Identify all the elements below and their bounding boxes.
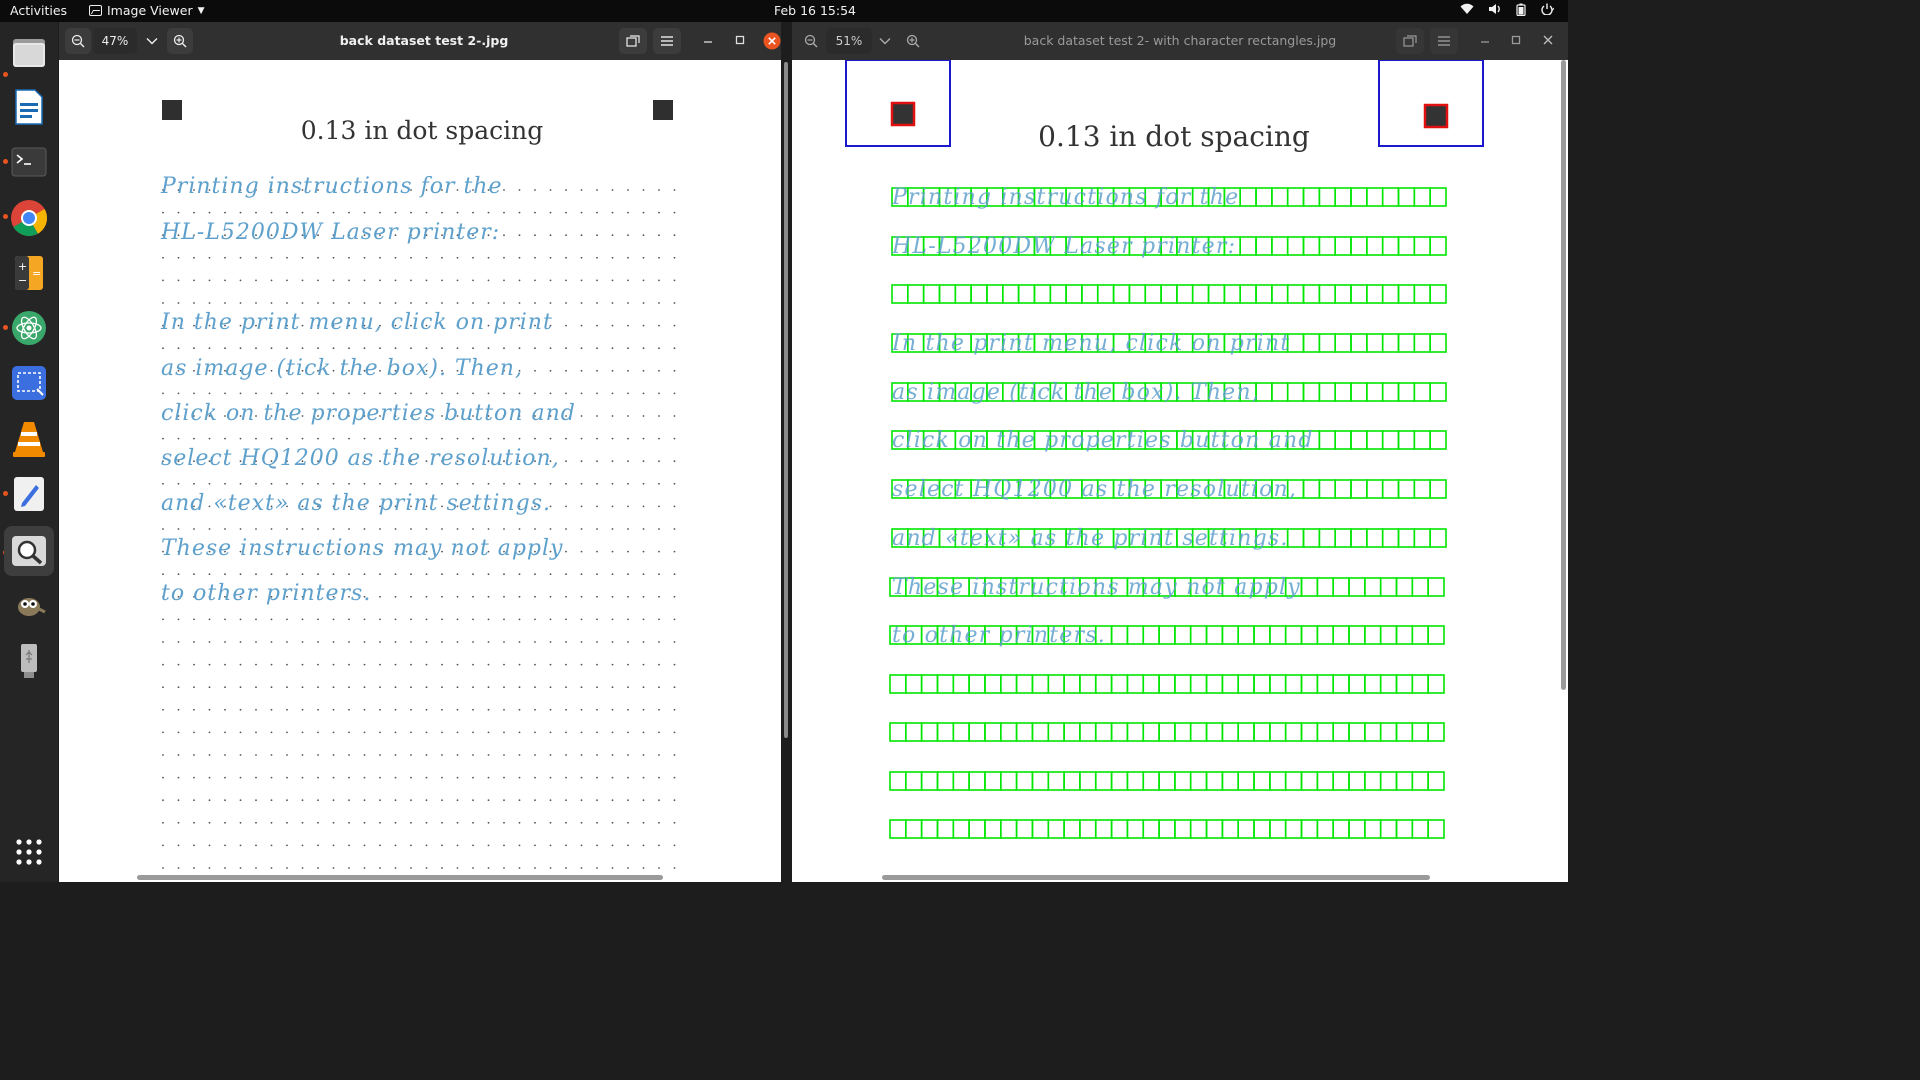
handwritten-line: and «text» as the print settings. (161, 491, 552, 516)
svg-text:click on the properties button: click on the properties button and (892, 428, 1314, 453)
svg-text:These instructions may not app: These instructions may not apply (892, 575, 1301, 600)
doc-title: 0.13 in dot spacing (1038, 120, 1310, 153)
handwritten-line: click on the properties button and (161, 401, 576, 426)
hamburger-menu-icon (661, 36, 673, 46)
atom-icon[interactable] (9, 308, 49, 348)
maximize-button[interactable] (735, 34, 745, 48)
top-bar: Activities Image Viewer ▼ Feb 16 15:54 (0, 0, 1568, 22)
doc-title: 0.13 in dot spacing (300, 116, 544, 145)
left-viewer-window: 47% back dataset test 2-.jpg 0.13 in dot… (59, 22, 781, 882)
zoom-in-icon (173, 34, 187, 48)
image-canvas[interactable]: 0.13 in dot spacing Printing instruction… (59, 60, 781, 882)
image-canvas[interactable]: Printing instructions for the HL-L5200DW … (792, 60, 1568, 882)
zoom-in-button[interactable] (167, 28, 193, 54)
app-grid-icon[interactable] (9, 832, 49, 872)
minimize-icon (704, 41, 712, 43)
battery-icon (1516, 3, 1526, 19)
zoom-in-button[interactable] (900, 28, 926, 54)
dock: + − = (0, 22, 58, 882)
horizontal-scrollbar[interactable] (137, 875, 663, 880)
wifi-icon (1460, 3, 1474, 19)
zoom-menu-button[interactable] (872, 28, 898, 54)
text-editor-icon[interactable] (9, 474, 49, 514)
character-box-grid: Printing instructions for the HL-L5200DW … (845, 60, 1484, 839)
maximize-icon (1511, 35, 1521, 45)
handwritten-line: HL-L5200DW Laser printer: (161, 220, 501, 245)
window-title: back dataset test 2-.jpg (339, 33, 509, 48)
zoom-in-icon (906, 34, 920, 48)
calculator-icon[interactable]: + − = (9, 253, 49, 293)
running-indicator (3, 491, 8, 496)
fullscreen-icon (626, 35, 640, 47)
chevron-down-icon (879, 38, 891, 45)
fullscreen-button[interactable] (1396, 28, 1424, 54)
vertical-scrollbar[interactable] (784, 62, 788, 738)
volume-icon (1488, 3, 1502, 19)
vlc-icon[interactable] (9, 419, 49, 459)
minimize-icon (1481, 41, 1489, 43)
zoom-out-button[interactable] (65, 28, 91, 54)
svg-text:Printing instructions for the: Printing instructions for the (891, 185, 1239, 210)
svg-text:−: − (18, 274, 27, 287)
svg-text:as image (tick the box). Then,: as image (tick the box). Then, (892, 380, 1260, 405)
close-button[interactable] (1543, 34, 1553, 48)
maximize-icon (735, 35, 745, 45)
usb-drive-icon[interactable] (9, 641, 49, 681)
handwritten-line: as image (tick the box). Then, (161, 356, 523, 381)
svg-text:and «text» as the print settin: and «text» as the print settings. (892, 526, 1289, 551)
handwritten-line: In the print menu, click on print (161, 310, 553, 335)
fullscreen-button[interactable] (619, 28, 647, 54)
zoom-out-icon (71, 34, 85, 48)
chrome-icon[interactable] (9, 198, 49, 238)
window-title: back dataset test 2- with character rect… (1023, 33, 1337, 48)
zoom-level-field[interactable]: 51% (826, 28, 872, 54)
files-icon[interactable] (9, 32, 49, 72)
handwritten-line: select HQ1200 as the resolution, (161, 446, 560, 471)
svg-text:to other printers.: to other printers. (892, 623, 1106, 648)
image-viewer-dock-icon[interactable] (4, 526, 54, 576)
close-icon (763, 32, 781, 50)
svg-text:select HQ1200 as the resolutio: select HQ1200 as the resolution, (892, 477, 1297, 502)
system-tray[interactable] (1460, 3, 1555, 19)
header-bar: 47% back dataset test 2-.jpg (59, 22, 781, 60)
power-icon (1540, 3, 1555, 19)
minimize-button[interactable] (1480, 34, 1490, 48)
zoom-menu-button[interactable] (139, 28, 165, 54)
maximize-button[interactable] (1511, 34, 1521, 48)
zoom-level-field[interactable]: 47% (93, 28, 137, 54)
terminal-icon[interactable] (9, 142, 49, 182)
handwritten-line: Printing instructions for the (161, 174, 503, 199)
svg-text:HL-L5200DW Laser printer:: HL-L5200DW Laser printer: (891, 234, 1236, 259)
running-indicator (3, 72, 8, 77)
svg-text:In the print menu, click on pr: In the print menu, click on print (891, 331, 1290, 356)
fullscreen-icon (1403, 35, 1417, 47)
svg-text:=: = (32, 267, 41, 280)
main-menu-button[interactable] (1430, 28, 1458, 54)
zoom-out-button[interactable] (798, 28, 824, 54)
running-indicator (3, 325, 8, 330)
chevron-down-icon (146, 38, 158, 45)
writer-icon[interactable] (9, 87, 49, 127)
running-indicator (3, 159, 8, 164)
svg-text:+: + (18, 260, 27, 273)
main-menu-button[interactable] (653, 28, 681, 54)
running-indicator (3, 214, 8, 219)
corner-marker-right (653, 100, 673, 120)
handwritten-line: These instructions may not apply (161, 536, 564, 561)
hamburger-menu-icon (1438, 36, 1450, 46)
minimize-button[interactable] (703, 34, 713, 48)
close-icon (1543, 35, 1553, 45)
corner-marker-left (162, 100, 182, 120)
handwritten-line: to other printers. (161, 581, 372, 606)
gimp-icon[interactable] (9, 585, 49, 625)
close-button[interactable] (763, 32, 781, 53)
clock[interactable]: Feb 16 15:54 (0, 3, 1630, 18)
header-bar: 51% back dataset test 2- with character … (792, 22, 1568, 60)
screenshot-icon[interactable] (9, 363, 49, 403)
zoom-out-icon (804, 34, 818, 48)
vertical-scrollbar[interactable] (1561, 60, 1566, 690)
horizontal-scrollbar[interactable] (882, 875, 1430, 880)
window-gap (781, 22, 792, 882)
right-viewer-window: 51% back dataset test 2- with character … (792, 22, 1568, 882)
